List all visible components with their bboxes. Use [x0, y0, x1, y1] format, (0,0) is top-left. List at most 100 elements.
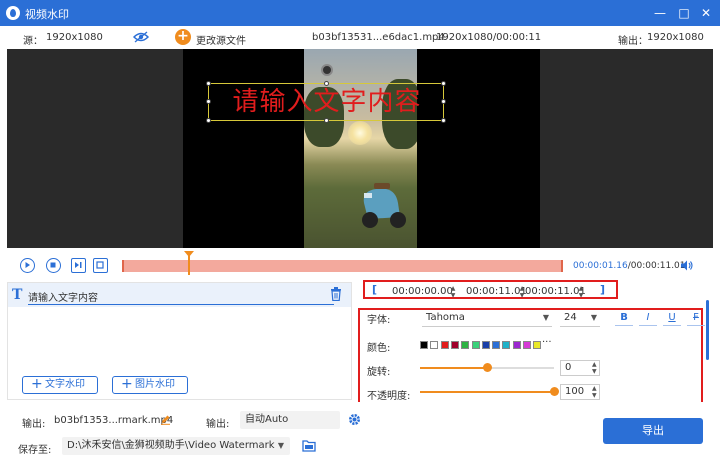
list-item[interactable]: T 请输入文字内容	[8, 283, 351, 307]
color-swatch[interactable]	[492, 341, 501, 349]
trash-icon[interactable]	[330, 287, 342, 301]
rotation-stepper[interactable]: ▲ ▼	[592, 361, 600, 375]
color-swatch[interactable]	[523, 341, 531, 349]
item-underline	[28, 304, 334, 305]
font-select[interactable]: Tahoma ▼	[422, 309, 552, 327]
add-source-icon[interactable]: +	[175, 29, 191, 45]
opacity-label: 不透明度:	[367, 391, 411, 402]
playhead-marker[interactable]	[184, 251, 194, 275]
color-swatch[interactable]	[512, 341, 521, 349]
start-time-field[interactable]: 00:00:00.00	[392, 285, 453, 299]
color-swatch[interactable]	[481, 341, 490, 349]
window-title: 视频水印	[25, 8, 69, 21]
opacity-slider[interactable]	[420, 387, 559, 396]
resize-handle-top[interactable]	[324, 81, 329, 86]
total-time: /00:00:11.01	[627, 261, 686, 271]
rotation-slider[interactable]	[420, 363, 554, 372]
watermark-text-box[interactable]: 请输入文字内容	[206, 81, 446, 123]
add-image-watermark-button[interactable]: + 图片水印	[112, 376, 188, 394]
resize-handle-left[interactable]	[206, 99, 211, 104]
bottom-bar: 输出: b03bf1353...rmark.mp4 输出: 自动Auto 保存至…	[0, 402, 720, 470]
add-text-label: 文字水印	[45, 379, 85, 390]
color-swatch[interactable]	[461, 341, 470, 349]
watermark-list-panel: T 请输入文字内容 + 文字水印 + 图片水印	[7, 282, 352, 400]
settings-panel: [ 00:00:00.00 ▲ ▼ 00:00:11.01 ▲ ▼ 00:00:11…	[352, 280, 713, 404]
gear-icon[interactable]	[348, 413, 361, 426]
start-time-stepper[interactable]: ▲ ▼	[449, 285, 457, 299]
folder-icon[interactable]	[302, 439, 316, 452]
resize-handle-right[interactable]	[441, 99, 446, 104]
sun-glow	[348, 121, 372, 145]
save-path-field[interactable]: D:\沐禾安信\金狮视频助手\Video Watermark ▼	[62, 437, 290, 455]
color-swatch[interactable]	[450, 341, 459, 349]
italic-button[interactable]: I	[639, 310, 657, 326]
resize-handle-br[interactable]	[441, 118, 446, 123]
set-start-bracket[interactable]: [	[372, 283, 377, 296]
play-icon[interactable]	[20, 258, 35, 273]
rotation-slider-knob[interactable]	[482, 363, 492, 372]
output-file-label: 输出:	[22, 419, 46, 430]
opacity-slider-knob[interactable]	[549, 387, 559, 396]
color-swatch[interactable]	[533, 341, 542, 349]
resize-handle-tl[interactable]	[206, 81, 211, 86]
eye-icon[interactable]	[133, 31, 149, 43]
color-swatch[interactable]	[430, 341, 439, 349]
stop-icon[interactable]	[46, 258, 61, 273]
set-end-bracket[interactable]: ]	[600, 283, 605, 296]
scooter-image	[362, 183, 406, 228]
color-label: 颜色:	[367, 343, 391, 354]
font-value: Tahoma	[426, 312, 465, 323]
timeline-bar: 00:00:01.16/00:00:11.01	[7, 248, 713, 282]
strikethrough-button[interactable]: F	[687, 310, 705, 326]
next-frame-icon[interactable]	[71, 258, 86, 273]
add-text-watermark-button[interactable]: + 文字水印	[22, 376, 98, 394]
color-swatch[interactable]	[502, 341, 511, 349]
color-swatch[interactable]	[420, 341, 428, 349]
source-file-info: 1920x1080/00:00:11	[436, 32, 542, 43]
bold-button[interactable]: B	[615, 310, 633, 326]
add-image-label: 图片水印	[135, 379, 175, 390]
edit-name-icon[interactable]	[160, 414, 171, 425]
preview-stage	[183, 49, 540, 248]
more-colors-button[interactable]: ···	[542, 337, 552, 348]
text-type-icon: T	[12, 287, 23, 303]
format-select[interactable]: 自动Auto	[240, 411, 340, 429]
info-bar: 源： 1920x1080 + 更改源文件 b03bf13531...e6dac1…	[0, 26, 720, 49]
color-swatch[interactable]	[440, 341, 449, 349]
settings-scrollbar[interactable]	[706, 300, 709, 360]
title-bar: 视频水印 — □ ✕	[0, 0, 720, 26]
color-swatch[interactable]	[471, 341, 480, 349]
rotation-label: 旋转:	[367, 367, 391, 378]
time-display: 00:00:01.16/00:00:11.01	[573, 261, 686, 271]
chevron-down-icon: ▼	[542, 313, 549, 322]
source-resolution: 1920x1080	[46, 32, 103, 43]
export-button[interactable]: 导出	[603, 418, 703, 444]
volume-icon[interactable]	[681, 260, 693, 271]
font-size-value: 24	[564, 312, 577, 323]
minimize-icon[interactable]: —	[652, 5, 668, 21]
source-label: 源：	[23, 36, 43, 47]
output-label: 输出：	[618, 36, 648, 47]
video-preview[interactable]: 请输入文字内容	[7, 49, 713, 248]
app-drop-icon	[6, 6, 20, 20]
font-size-select[interactable]: 24 ▼	[560, 309, 600, 327]
source-file-name: b03bf13531...e6dac1.mp4	[312, 32, 445, 43]
resize-handle-bottom[interactable]	[324, 118, 329, 123]
resize-handle-tr[interactable]	[441, 81, 446, 86]
save-to-label: 保存至:	[18, 445, 52, 456]
video-frame	[304, 49, 417, 248]
format-value: 自动Auto	[245, 414, 289, 425]
rotate-handle-icon[interactable]	[321, 64, 333, 76]
duration-stepper[interactable]: ▲ ▼	[577, 285, 585, 299]
snapshot-icon[interactable]	[93, 258, 108, 273]
font-label: 字体:	[367, 315, 391, 326]
rotation-slider-fill	[420, 367, 487, 369]
close-icon[interactable]: ✕	[698, 5, 714, 21]
opacity-slider-fill	[420, 391, 554, 393]
plus-icon: +	[121, 376, 133, 392]
opacity-stepper[interactable]: ▲ ▼	[592, 385, 600, 399]
change-source-button[interactable]: 更改源文件	[196, 32, 246, 47]
resize-handle-bl[interactable]	[206, 118, 211, 123]
maximize-icon[interactable]: □	[676, 5, 692, 21]
underline-button[interactable]: U	[663, 310, 681, 326]
